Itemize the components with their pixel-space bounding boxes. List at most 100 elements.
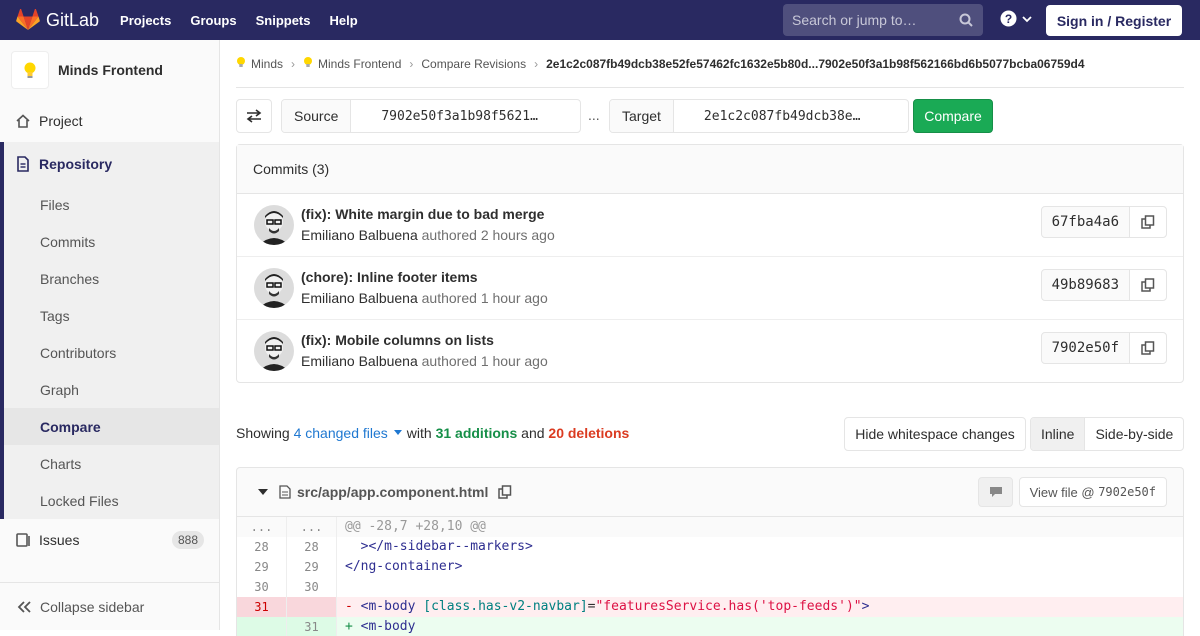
view-file-button[interactable]: View file @ 7902e50f [1018, 477, 1167, 507]
diff-table: ... ... @@ -28,7 +28,10 @@ 28 28 ></m-si… [236, 516, 1184, 636]
diff-stats: Showing 4 changed files with 31 addition… [236, 425, 629, 441]
commit-sha[interactable]: 7902e50f [1042, 333, 1130, 363]
hide-whitespace-button[interactable]: Hide whitespace changes [844, 417, 1026, 451]
compare-button[interactable]: Compare [913, 99, 993, 133]
commit-title[interactable]: (fix): White margin due to bad merge [301, 206, 544, 222]
sidebar-item-branches[interactable]: Branches [4, 260, 219, 297]
diff-line-code: - <m-body [class.has-v2-navbar]="feature… [337, 597, 869, 617]
lightbulb-icon [303, 56, 313, 71]
nav-groups[interactable]: Groups [190, 13, 236, 28]
breadcrumb-minds-frontend[interactable]: Minds Frontend [318, 57, 401, 71]
chevron-right-icon: › [534, 56, 539, 71]
code-string: "featuresService.has('top-feeds')" [595, 599, 862, 614]
sidebar-item-commits[interactable]: Commits [4, 223, 219, 260]
commit-meta: Emiliano Balbuena authored 1 hour ago [301, 290, 548, 306]
collapse-sidebar-button[interactable]: Collapse sidebar [0, 582, 219, 630]
old-line-number[interactable]: 31 [237, 597, 287, 617]
changed-files-dropdown[interactable]: 4 changed files [294, 425, 388, 441]
avatar[interactable] [254, 268, 294, 308]
question-icon: ? [1000, 10, 1017, 27]
commit-author[interactable]: Emiliano Balbuena [301, 290, 418, 306]
old-line-number[interactable]: 29 [237, 557, 287, 577]
hunk-range: @@ -28,7 +28,10 @@ [345, 519, 486, 534]
old-line-number[interactable]: 28 [237, 537, 287, 557]
document-icon [15, 156, 31, 172]
commit-author[interactable]: Emiliano Balbuena [301, 227, 418, 243]
nav-projects[interactable]: Projects [120, 13, 171, 28]
breadcrumb-current[interactable]: 2e1c2c087fb49dcb38e52fe57462fc1632e5b80d… [546, 57, 1084, 71]
new-line-number[interactable]: 31 [287, 617, 337, 636]
new-line-number[interactable] [287, 597, 337, 617]
copy-icon[interactable] [498, 485, 512, 499]
diff-line-code: + <m-body [337, 617, 415, 636]
help-dropdown[interactable]: ? [1000, 10, 1033, 27]
additions-count: 31 additions [435, 425, 518, 441]
side-by-side-button[interactable]: Side-by-side [1085, 418, 1183, 450]
caret-down-icon[interactable] [393, 429, 403, 437]
avatar[interactable] [254, 331, 294, 371]
chevron-down-icon[interactable] [257, 487, 269, 497]
copy-sha-button[interactable] [1130, 270, 1166, 300]
inline-view-button[interactable]: Inline [1031, 418, 1086, 450]
old-line-number[interactable] [237, 617, 287, 636]
new-line-number[interactable]: ... [287, 517, 337, 537]
avatar[interactable] [254, 205, 294, 245]
commit-meta: Emiliano Balbuena authored 2 hours ago [301, 227, 555, 243]
sidebar-item-graph[interactable]: Graph [4, 371, 219, 408]
breadcrumb-compare-revisions[interactable]: Compare Revisions [421, 57, 526, 71]
diff-line-removed: 31 - <m-body [class.has-v2-navbar]="feat… [237, 597, 1183, 617]
commit-sha[interactable]: 49b89683 [1042, 270, 1130, 300]
old-line-number[interactable]: 30 [237, 577, 287, 597]
commit-author[interactable]: Emiliano Balbuena [301, 353, 418, 369]
sign-in-button[interactable]: Sign in / Register [1046, 5, 1182, 36]
nav-snippets[interactable]: Snippets [256, 13, 311, 28]
project-avatar [11, 51, 49, 89]
sidebar-item-label: Project [39, 113, 83, 129]
issues-count-badge: 888 [171, 531, 204, 549]
new-line-number[interactable]: 28 [287, 537, 337, 557]
copy-sha-button[interactable] [1130, 333, 1166, 363]
sidebar-item-tags[interactable]: Tags [4, 297, 219, 334]
sidebar-item-project[interactable]: Project [0, 100, 219, 142]
main-nav: Projects Groups Snippets Help [120, 13, 377, 28]
toggle-comments-button[interactable] [978, 477, 1013, 507]
copy-sha-button[interactable] [1130, 207, 1166, 237]
file-path[interactable]: src/app/app.component.html [297, 484, 488, 500]
nav-help[interactable]: Help [330, 13, 358, 28]
chevron-down-icon [1022, 15, 1032, 22]
sidebar-item-files[interactable]: Files [4, 186, 219, 223]
old-line-number[interactable]: ... [237, 517, 287, 537]
new-line-number[interactable]: 29 [287, 557, 337, 577]
swap-revisions-button[interactable] [236, 99, 272, 133]
sidebar-project-header[interactable]: Minds Frontend [0, 40, 219, 100]
sidebar-item-issues[interactable]: Issues 888 [0, 519, 219, 561]
project-name: Minds Frontend [58, 62, 163, 78]
commit-sha[interactable]: 67fba4a6 [1042, 207, 1130, 237]
code-tag-open: <m-body [360, 599, 424, 614]
commit-title[interactable]: (fix): Mobile columns on lists [301, 332, 494, 348]
source-revision-dropdown[interactable]: 7902e50f3a1b98f5621… [351, 100, 548, 132]
commit-meta: Emiliano Balbuena authored 1 hour ago [301, 353, 548, 369]
search-input[interactable]: Search or jump to… [783, 4, 983, 36]
commit-title[interactable]: (chore): Inline footer items [301, 269, 478, 285]
diff-line-code: </ng-container> [345, 559, 463, 574]
sidebar-item-compare[interactable]: Compare [4, 408, 219, 445]
added-sign: + [345, 619, 353, 634]
sidebar-item-locked-files[interactable]: Locked Files [4, 482, 219, 519]
copy-icon [1141, 341, 1155, 355]
stats-with: with [406, 425, 432, 441]
home-icon [15, 113, 31, 129]
diff-line: 30 30 [237, 577, 1183, 597]
sidebar-item-charts[interactable]: Charts [4, 445, 219, 482]
copy-icon [1141, 215, 1155, 229]
diff-line-code [337, 577, 345, 597]
sidebar-item-repository[interactable]: Repository [0, 142, 219, 186]
commits-panel: Commits (3) (fix): White margin due to b… [236, 144, 1184, 383]
double-chevron-left-icon [17, 600, 31, 613]
gitlab-logo[interactable]: GitLab [16, 9, 99, 31]
sidebar-item-contributors[interactable]: Contributors [4, 334, 219, 371]
commit-action: authored [421, 290, 477, 306]
new-line-number[interactable]: 30 [287, 577, 337, 597]
breadcrumb-minds[interactable]: Minds [251, 57, 283, 71]
target-revision-dropdown[interactable]: 2e1c2c087fb49dcb38e… [674, 100, 871, 132]
